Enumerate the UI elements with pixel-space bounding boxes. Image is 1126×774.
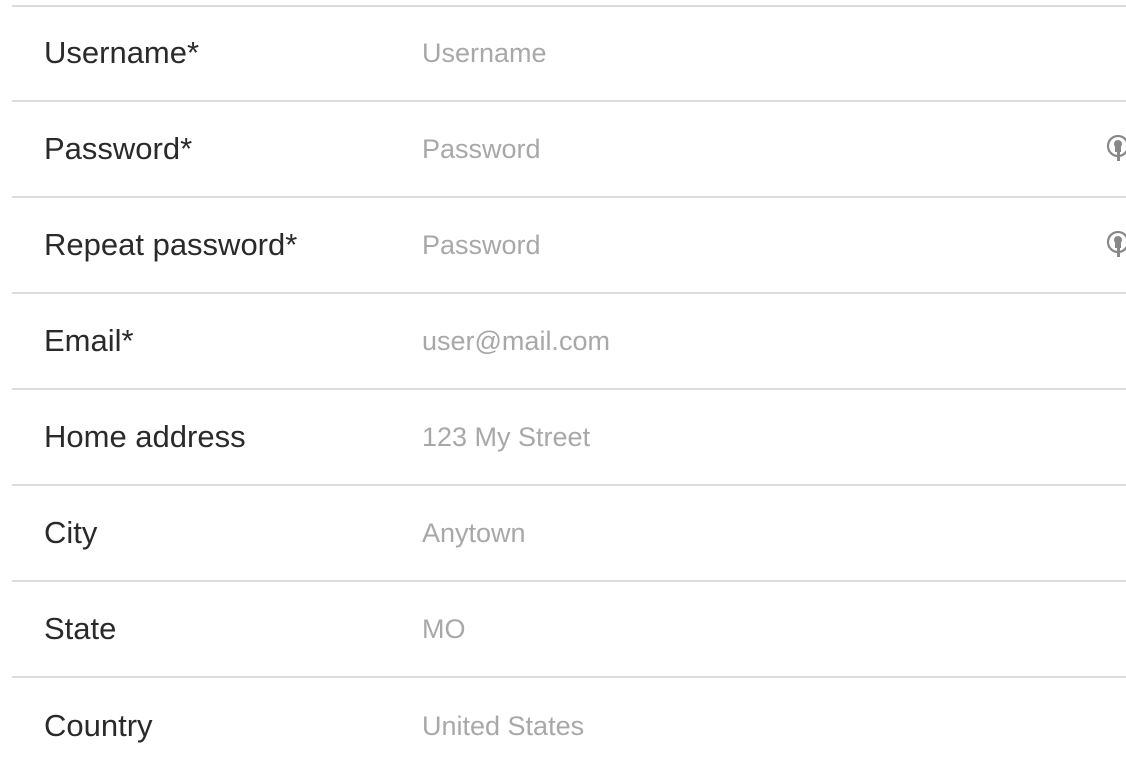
email-input[interactable] [422, 294, 1126, 388]
repeat-password-label: Repeat password* [44, 227, 298, 262]
state-row: State [12, 582, 1126, 678]
city-label: City [44, 515, 98, 550]
state-input[interactable] [422, 582, 1126, 676]
password-key-icon[interactable] [1106, 230, 1126, 260]
password-row: Password* [12, 102, 1126, 198]
city-input[interactable] [422, 486, 1126, 580]
repeat-password-input[interactable] [422, 198, 1126, 292]
username-row: Username* [12, 6, 1126, 102]
password-input[interactable] [422, 102, 1126, 196]
email-label: Email* [44, 323, 134, 358]
email-row: Email* [12, 294, 1126, 390]
repeat-password-row: Repeat password* [12, 198, 1126, 294]
state-label: State [44, 611, 117, 646]
username-input[interactable] [422, 6, 1126, 100]
username-label: Username* [44, 35, 200, 70]
home-address-label: Home address [44, 419, 246, 454]
country-input[interactable] [422, 678, 1126, 774]
password-key-icon[interactable] [1106, 134, 1126, 164]
password-label: Password* [44, 131, 193, 166]
city-row: City [12, 486, 1126, 582]
country-label: Country [44, 708, 153, 743]
home-address-row: Home address [12, 390, 1126, 486]
registration-form: Username* Password* Repeat password* [0, 0, 1126, 774]
home-address-input[interactable] [422, 390, 1126, 484]
country-row: Country [12, 678, 1126, 774]
